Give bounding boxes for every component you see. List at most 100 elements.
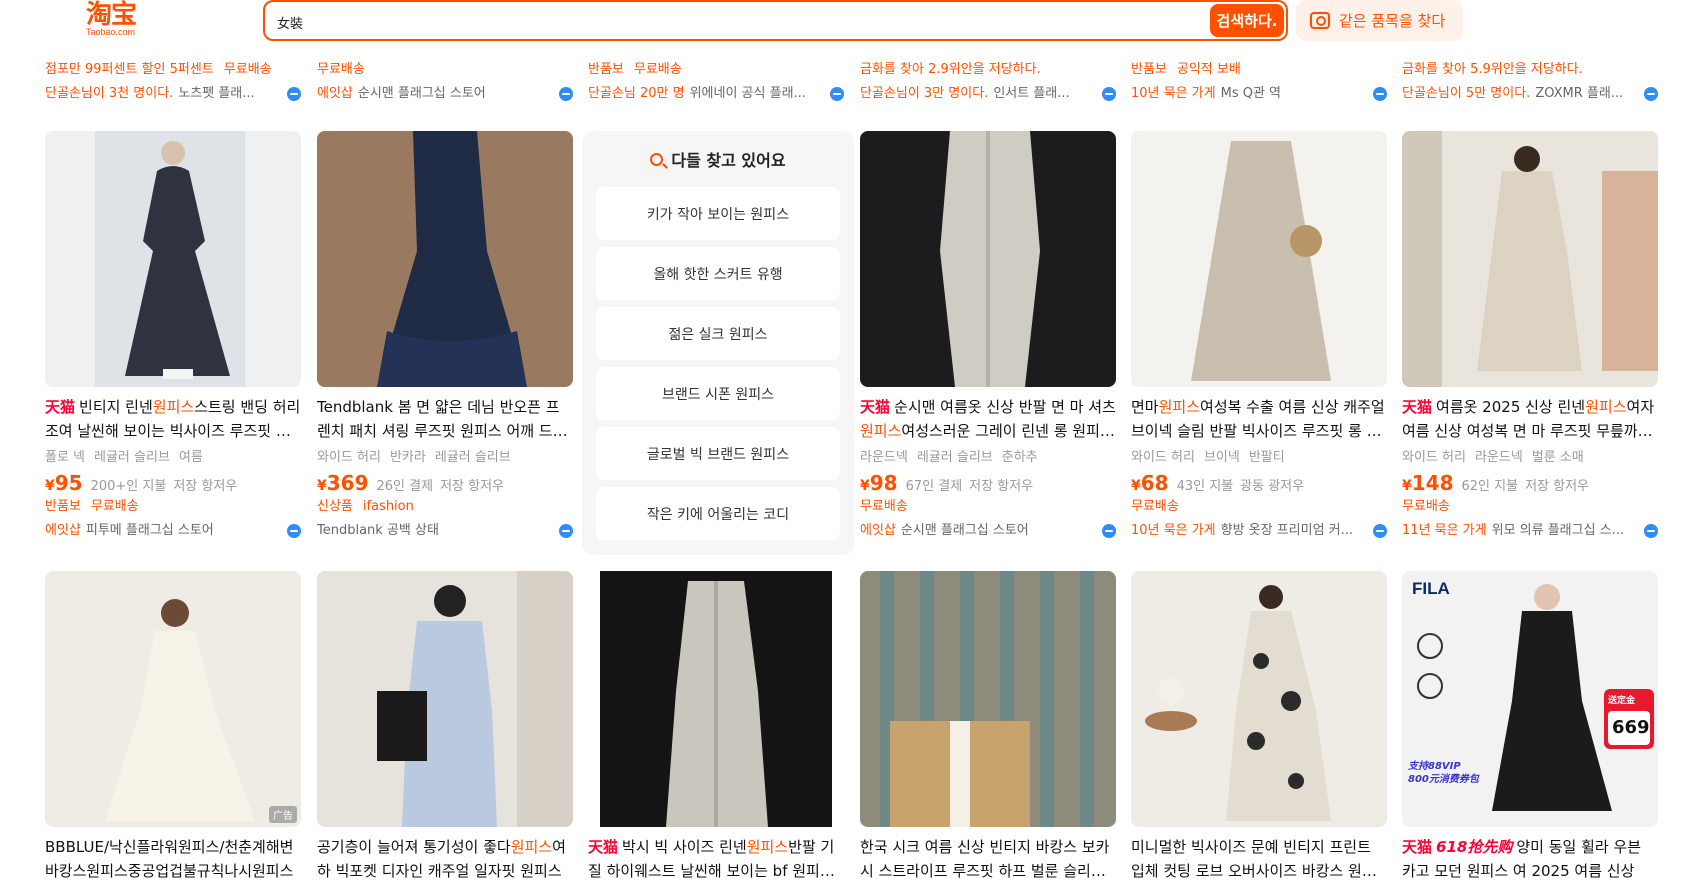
shop-line[interactable]: 11년 묵은 가게 위모 의류 플래그십 스... [1402,519,1658,543]
product-title[interactable]: 天猫 빈티지 린넨원피스스트링 밴딩 허리 조여 날씬해 보이는 빅사이즈 루즈핏… [45,395,301,443]
taobao-logo[interactable]: 淘宝 Taobao.com [84,0,164,40]
product-card-partial[interactable]: 점포만 99퍼센트 할인 5퍼센트 무료배송 단골손님이 3천 명이다. 노츠펫 플… [45,58,301,106]
search-input[interactable]: 女裝 [277,13,303,32]
popular-search-item[interactable]: 글로벌 빅 브랜드 원피스 [596,427,840,480]
product-image[interactable] [860,571,1116,827]
chat-icon[interactable] [1644,87,1658,101]
product-card[interactable]: Tendblank 봄 면 얇은 데님 반오픈 프렌치 패치 셔링 루즈핏 원피… [317,131,573,543]
price: ¥98 [860,471,898,495]
product-card[interactable]: 天猫 순시맨 여름옷 신상 반팔 면 마 셔츠원피스여성스러운 그레이 린넨 롱 … [860,131,1116,543]
search-button[interactable]: 검색하다. [1210,4,1284,37]
product-card[interactable]: FILA 送定金 669 支持88VIP 800元消费券包 天猫 618抢先购 양미… [1402,571,1658,880]
chat-icon[interactable] [1373,87,1387,101]
attribute-tag: 폴로 넥 [45,450,86,465]
chat-icon[interactable] [559,524,573,538]
service-tag: 공익적 보배 [1176,62,1241,77]
product-card[interactable]: 면마원피스여성복 수출 여름 신상 캐주얼 브이넥 슬림 반팔 빅사이즈 루즈핏… [1131,131,1387,543]
service-tag: 금화를 찾아 5.9위안을 저당하다. [1402,62,1583,77]
chat-icon[interactable] [287,87,301,101]
product-card-partial[interactable]: 반품보 공익적 보배 10년 묵은 가게 Ms Q관 역 [1131,58,1387,106]
product-card[interactable]: 한국 시크 여름 신상 빈티지 바캉스 보카시 스트라이프 루즈핏 하프 벌룬 … [860,571,1116,880]
service-tag: 반품보 [45,499,81,514]
product-card[interactable]: 天猫 박시 빅 사이즈 린넨원피스반팔 기질 하이웨스트 날씬해 보이는 bf 원… [588,571,844,880]
title-highlight: 원피스 [510,838,553,856]
popular-search-item[interactable]: 키가 작아 보이는 원피스 [596,187,840,240]
popular-searches-panel: 다들 찾고 있어요 키가 작아 보이는 원피스 올해 핫한 스커트 유행 젊은 … [582,131,854,555]
popular-search-item[interactable]: 올해 핫한 스커트 유행 [596,247,840,300]
shop-name[interactable]: Tendblank 공백 상태 [317,523,439,538]
product-card-partial[interactable]: 금화를 찾아 2.9위안을 저당하다. 단골손님이 3만 명이다. 인서트 플래.… [860,58,1116,106]
find-same-item-button[interactable]: 같은 품목을 찾다 [1296,0,1463,41]
tmall-badge: 天猫 [860,398,891,416]
product-title[interactable]: 天猫 여름옷 2025 신상 린넨원피스여자 여름 신상 여성복 면 마 루즈핏 … [1402,395,1658,443]
product-image[interactable] [1402,131,1658,387]
product-title[interactable]: 미니멀한 빅사이즈 문예 빈티지 프린트 입체 컷팅 로브 오버사이즈 바캉스 … [1131,835,1387,880]
product-card[interactable]: 미니멀한 빅사이즈 문예 빈티지 프린트 입체 컷팅 로브 오버사이즈 바캉스 … [1131,571,1387,880]
shop-name[interactable]: 순시맨 플래그십 스토어 [358,86,486,101]
price-row: ¥95 200+인 지불 저장 항저우 [45,471,301,495]
popular-search-item[interactable]: 젊은 실크 원피스 [596,307,840,360]
shop-line[interactable]: 단골손님 20만 명 위에네이 공식 플래... [588,82,844,106]
product-card-partial[interactable]: 무료배송 에잇샵 순시맨 플래그십 스토어 [317,58,573,106]
service-tag: 반품보 [1131,62,1167,77]
shop-line[interactable]: 단골손님이 3천 명이다. 노츠펫 플래... [45,82,301,106]
shop-badge: 에잇샵 [317,86,353,101]
product-image[interactable]: 广告 [45,571,301,827]
shop-name[interactable]: 노츠펫 플래... [178,86,254,101]
chat-icon[interactable] [1102,87,1116,101]
chat-icon[interactable] [559,87,573,101]
product-image[interactable] [588,571,844,827]
product-image[interactable] [317,131,573,387]
shop-line[interactable]: 단골손님이 5만 명이다. ZOXMR 플래... [1402,82,1658,106]
shop-name[interactable]: Ms Q관 역 [1221,86,1281,101]
shop-name[interactable]: 위모 의류 플래그십 스... [1492,523,1624,538]
product-title[interactable]: 天猫 순시맨 여름옷 신상 반팔 면 마 셔츠원피스여성스러운 그레이 린넨 롱 … [860,395,1116,443]
shop-name[interactable]: 피투메 플래그십 스토어 [86,523,214,538]
shop-line[interactable]: 10년 묵은 가게 Ms Q관 역 [1131,82,1387,106]
shop-badge: 10년 묵은 가게 [1131,86,1216,101]
service-tag: 무료배송 [223,62,272,77]
shop-line[interactable]: 에잇샵 순시맨 플래그십 스토어 [317,82,573,106]
shop-name[interactable]: 향방 옷장 프리미엄 커... [1221,523,1353,538]
shop-name[interactable]: 인서트 플래... [993,86,1069,101]
shop-line[interactable]: 에잇샵 피투메 플래그십 스토어 [45,519,301,543]
product-card-partial[interactable]: 금화를 찾아 5.9위안을 저당하다. 단골손님이 5만 명이다. ZOXMR 플… [1402,58,1658,106]
product-title[interactable]: 한국 시크 여름 신상 빈티지 바캉스 보카시 스트라이프 루즈핏 하프 벌룬 … [860,835,1116,880]
sales-count: 67인 결제 [905,479,963,494]
chat-icon[interactable] [1373,524,1387,538]
attribute-tag: 라운드넥 [860,450,908,465]
product-image[interactable] [1131,131,1387,387]
product-image[interactable] [317,571,573,827]
popular-search-item[interactable]: 작은 키에 어울리는 코디 [596,487,840,540]
service-line: 신상품 ifashion [317,495,573,519]
shop-line[interactable]: 10년 묵은 가게 향방 옷장 프리미엄 커... [1131,519,1387,543]
product-title[interactable]: BBBLUE/낙신플라워원피스/천춘계해변바캉스원피스중공업겁불규칙나시원피스 [45,835,301,880]
shop-line[interactable]: 에잇샵 순시맨 플래그십 스토어 [860,519,1116,543]
product-image[interactable] [860,131,1116,387]
product-image[interactable] [1131,571,1387,827]
product-card[interactable]: 广告 BBBLUE/낙신플라워원피스/천춘계해변바캉스원피스중공업겁불규칙나시원… [45,571,301,880]
product-title[interactable]: 天猫 박시 빅 사이즈 린넨원피스반팔 기질 하이웨스트 날씬해 보이는 bf 원… [588,835,844,880]
product-title[interactable]: 天猫 618抢先购 양미 동일 휠라 우븐 카고 모던 원피스 여 2025 여름 … [1402,835,1658,880]
search-bar[interactable]: 女裝 검색하다. [263,0,1288,41]
product-title[interactable]: Tendblank 봄 면 얇은 데님 반오픈 프렌치 패치 셔링 루즈핏 원피… [317,395,573,443]
popular-search-item[interactable]: 브랜드 시폰 원피스 [596,367,840,420]
chat-icon[interactable] [830,87,844,101]
chat-icon[interactable] [1644,524,1658,538]
shop-line[interactable]: 단골손님이 3만 명이다. 인서트 플래... [860,82,1116,106]
price: ¥148 [1402,471,1454,495]
product-title[interactable]: 공기층이 늘어져 통기성이 좋다원피스여하 빅포켓 디자인 캐주얼 일자핏 원피… [317,835,573,880]
product-card[interactable]: 공기층이 늘어져 통기성이 좋다원피스여하 빅포켓 디자인 캐주얼 일자핏 원피… [317,571,573,880]
product-image[interactable]: FILA 送定金 669 支持88VIP 800元消费券包 [1402,571,1658,827]
product-card-partial[interactable]: 반품보 무료배송 단골손님 20만 명 위에네이 공식 플래... [588,58,844,106]
product-title[interactable]: 면마원피스여성복 수출 여름 신상 캐주얼 브이넥 슬림 반팔 빅사이즈 루즈핏… [1131,395,1387,443]
shop-name[interactable]: ZOXMR 플래... [1535,86,1623,101]
shop-line[interactable]: Tendblank 공백 상태 [317,519,573,543]
product-image[interactable] [45,131,301,387]
shop-name[interactable]: 순시맨 플래그십 스토어 [901,523,1029,538]
chat-icon[interactable] [287,524,301,538]
product-card[interactable]: 天猫 빈티지 린넨원피스스트링 밴딩 허리 조여 날씬해 보이는 빅사이즈 루즈핏… [45,131,301,543]
chat-icon[interactable] [1102,524,1116,538]
shop-name[interactable]: 위에네이 공식 플래... [690,86,806,101]
product-card[interactable]: 天猫 여름옷 2025 신상 린넨원피스여자 여름 신상 여성복 면 마 루즈핏 … [1402,131,1658,543]
